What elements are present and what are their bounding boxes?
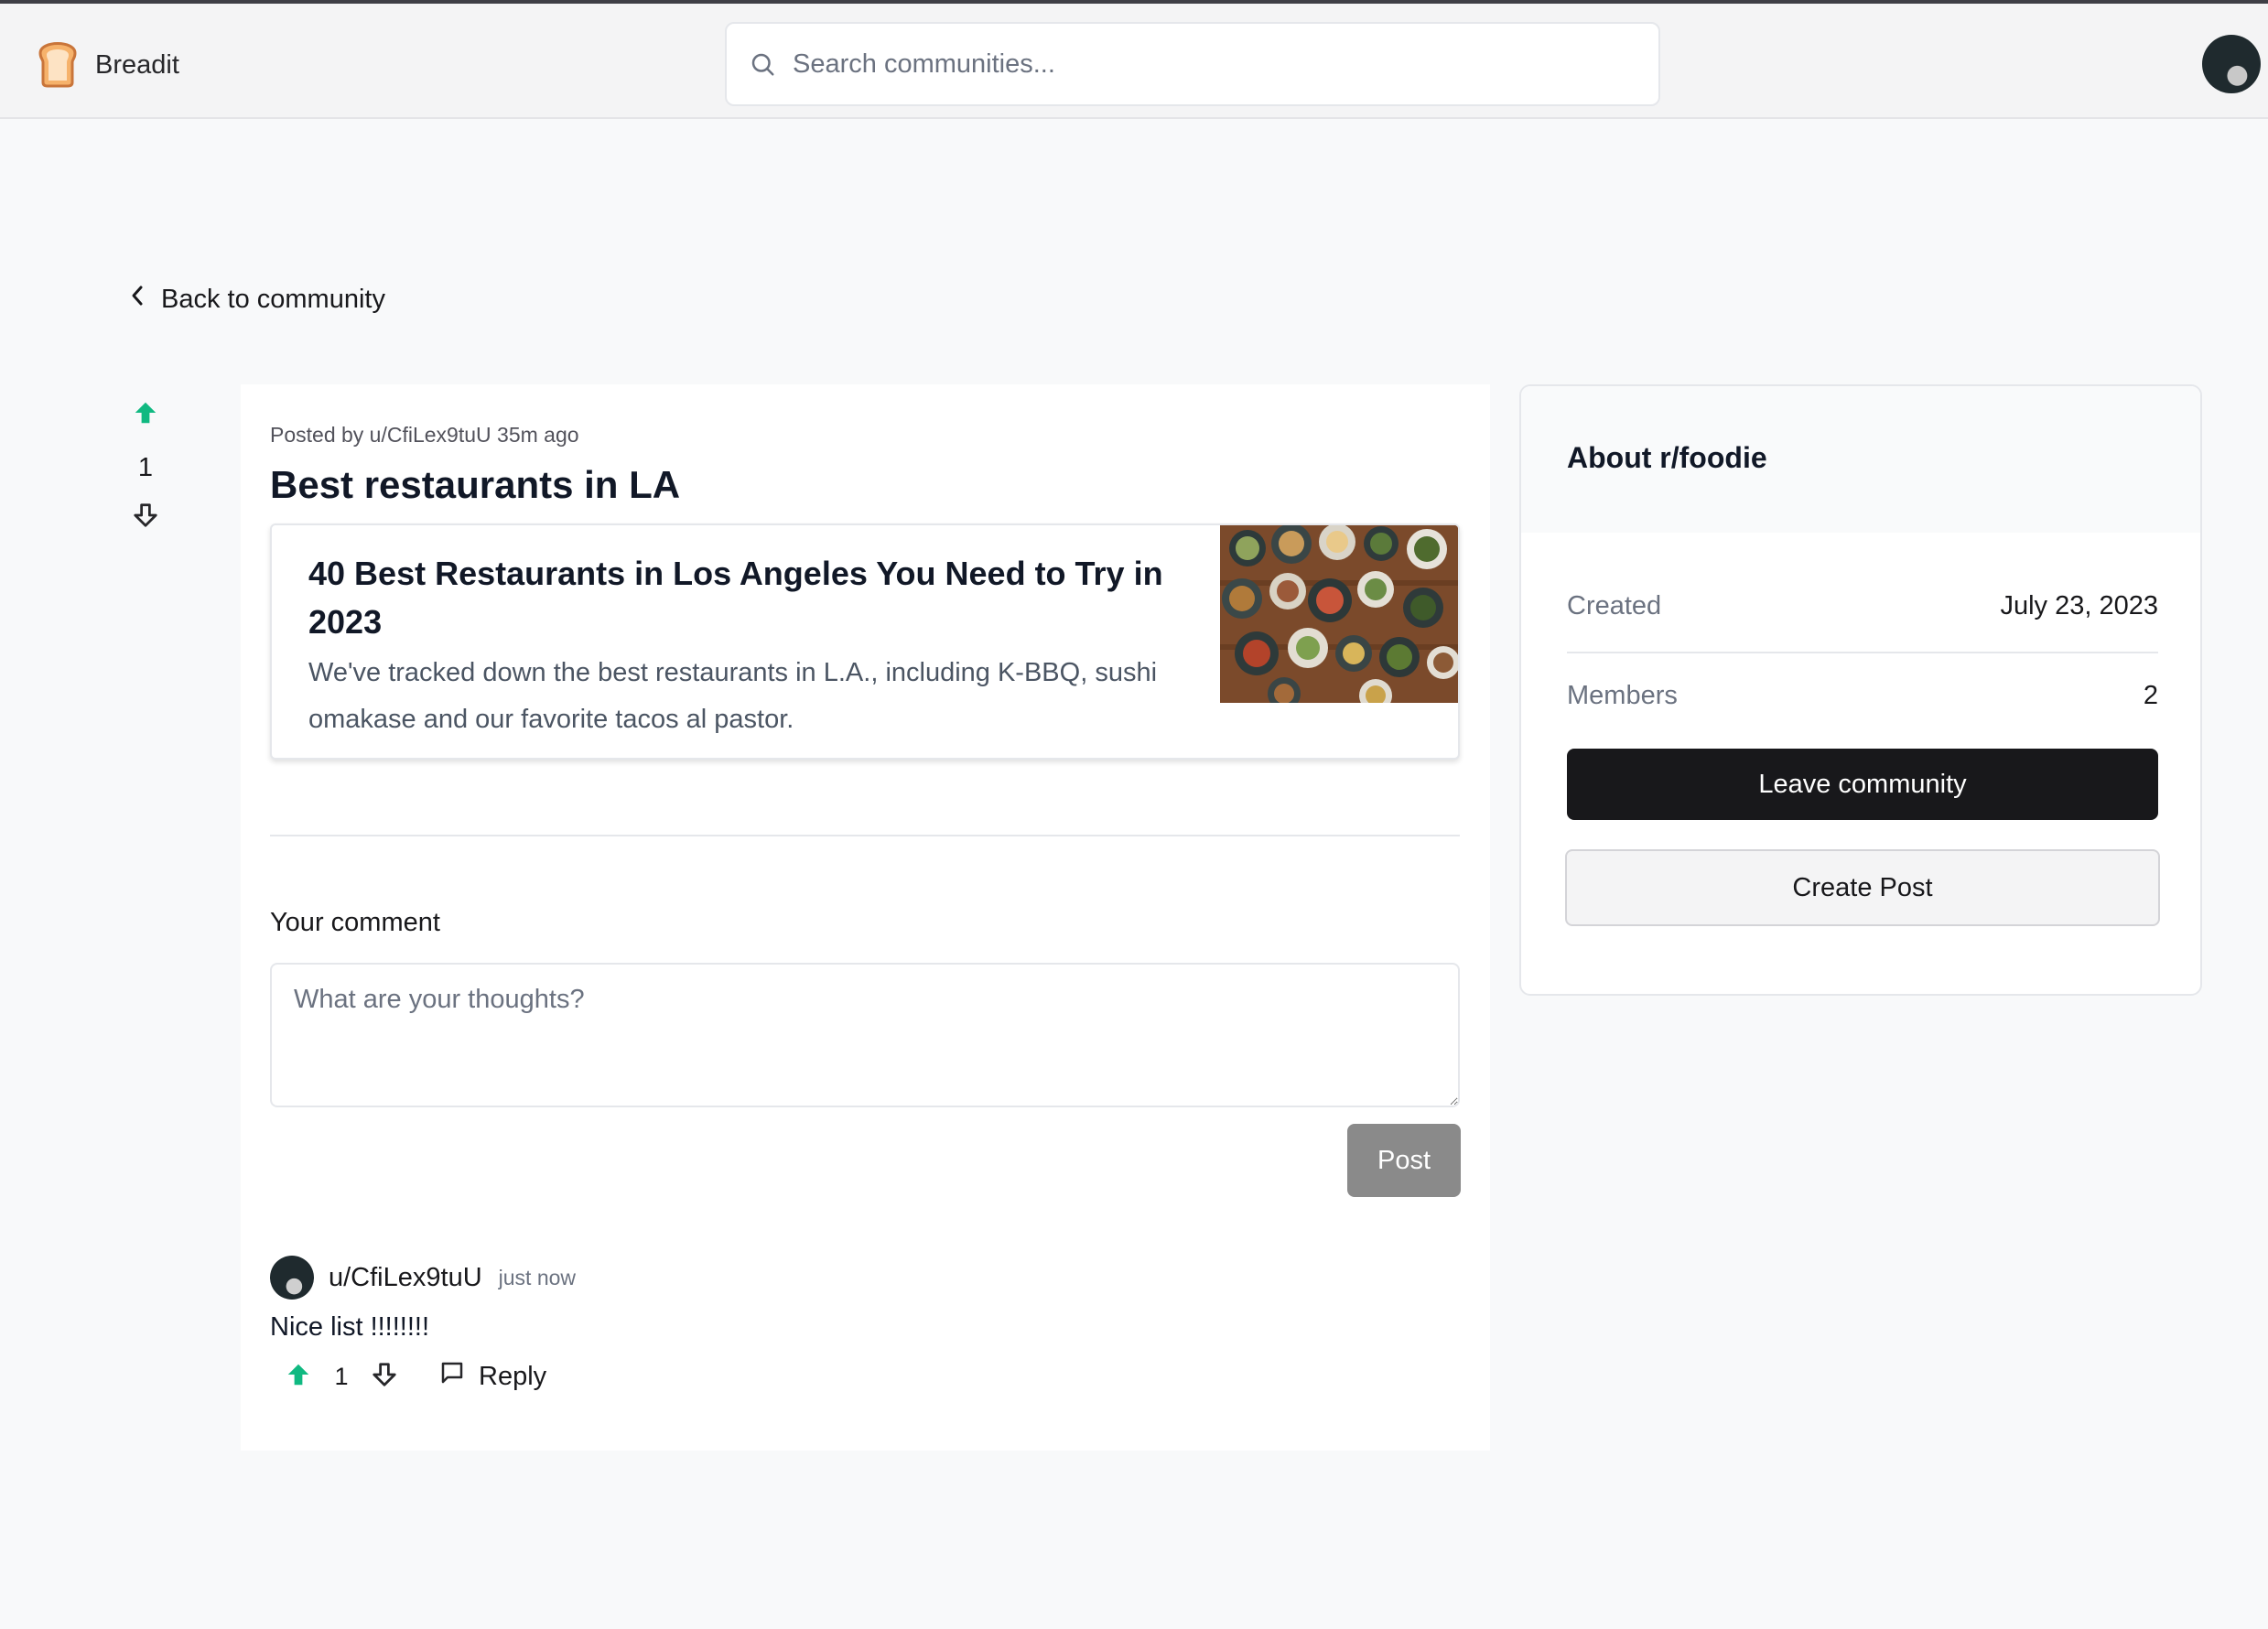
comment-text: Nice list !!!!!!!!: [270, 1312, 430, 1342]
comment-label: Your comment: [270, 908, 440, 937]
bread-logo-icon: [35, 38, 81, 92]
comment-actions: 1 Reply: [285, 1359, 1460, 1394]
link-preview-card[interactable]: 40 Best Restaurants in Los Angeles You N…: [270, 523, 1460, 760]
post-card: Posted by u/CfiLex9tuU 35m ago Best rest…: [241, 384, 1490, 1451]
brand-link[interactable]: Breadit: [35, 38, 179, 92]
members-value: 2: [2143, 681, 2158, 710]
search-icon: [749, 50, 776, 78]
comment-vote-count: 1: [334, 1362, 349, 1390]
top-navbar: Breadit: [0, 0, 2268, 119]
sidebar-divider: [1567, 652, 2158, 653]
search-input[interactable]: [791, 36, 1658, 92]
message-square-icon: [438, 1359, 466, 1394]
post-vote-count: 1: [137, 453, 154, 482]
brand-name: Breadit: [95, 50, 179, 80]
comment-item: u/CfiLex9tuU just now Nice list !!!!!!!!…: [270, 1254, 1460, 1394]
comment-textarea[interactable]: [270, 963, 1460, 1107]
comment-upvote-icon[interactable]: [285, 1361, 312, 1393]
sidebar-title: About r/foodie: [1567, 441, 1767, 474]
comment-avatar: [270, 1256, 314, 1300]
post-vote-column: 1: [126, 399, 165, 534]
back-link-label: Back to community: [161, 284, 385, 314]
create-post-button[interactable]: Create Post: [1565, 849, 2160, 926]
link-preview-description: We've tracked down the best restaurants …: [308, 658, 1158, 734]
sidebar-header: About r/foodie: [1521, 386, 2200, 533]
upvote-icon[interactable]: [126, 399, 165, 431]
members-label: Members: [1567, 681, 1678, 710]
post-meta: Posted by u/CfiLex9tuU 35m ago: [270, 423, 579, 447]
created-label: Created: [1567, 591, 1662, 620]
comment-downvote-icon[interactable]: [371, 1361, 398, 1393]
leave-community-button[interactable]: Leave community: [1567, 749, 2158, 820]
link-preview-thumbnail: [1220, 525, 1458, 703]
post-comment-button[interactable]: Post: [1347, 1124, 1461, 1197]
comment-timestamp: just now: [498, 1265, 577, 1289]
search-bar[interactable]: [725, 22, 1660, 106]
comment-username: u/CfiLex9tuU: [329, 1262, 482, 1292]
user-avatar[interactable]: [2202, 35, 2261, 93]
community-sidebar: About r/foodie Created July 23, 2023 Mem…: [1519, 384, 2202, 996]
reply-button[interactable]: Reply: [438, 1359, 546, 1394]
created-value: July 23, 2023: [2000, 591, 2158, 620]
back-to-community-link[interactable]: Back to community: [128, 284, 385, 315]
link-preview-title: 40 Best Restaurants in Los Angeles You N…: [308, 555, 1163, 641]
chevron-left-icon: [128, 284, 148, 315]
post-title: Best restaurants in LA: [270, 463, 681, 506]
reply-label: Reply: [479, 1361, 547, 1391]
created-row: Created July 23, 2023: [1567, 591, 2158, 621]
comment-header: u/CfiLex9tuU just now: [270, 1254, 1460, 1301]
downvote-icon[interactable]: [126, 502, 165, 534]
section-divider: [270, 835, 1460, 836]
members-row: Members 2: [1567, 681, 2158, 711]
